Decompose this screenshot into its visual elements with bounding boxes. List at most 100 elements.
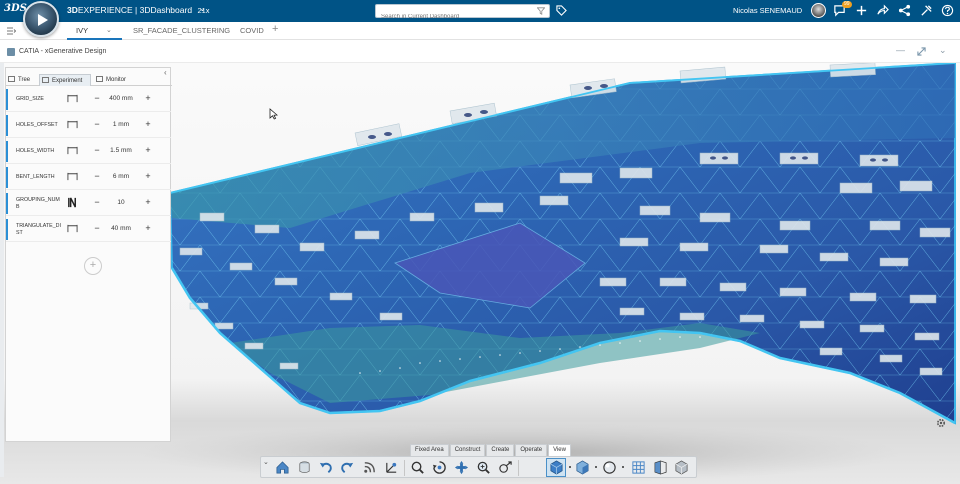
param-marker <box>6 219 8 240</box>
decrement-button[interactable]: − <box>92 171 102 181</box>
experiment-icon <box>42 77 49 83</box>
param-row-grouping-numb: GROUPING_NUMB − 10 + <box>6 191 171 216</box>
param-value[interactable]: 10 <box>106 199 136 206</box>
increment-button[interactable]: + <box>143 171 153 181</box>
section-icon[interactable] <box>653 460 668 475</box>
app-window: 3DS 3DEXPERIENCE | 3DDashboard 21x ⌄ Nic… <box>0 0 960 484</box>
share-icon[interactable] <box>876 4 889 17</box>
save-icon[interactable] <box>297 460 312 475</box>
length-parameter-icon <box>67 94 78 103</box>
minimize-icon[interactable]: — <box>896 45 905 55</box>
length-parameter-icon <box>67 172 78 181</box>
mouse-cursor <box>269 108 278 120</box>
increment-button[interactable]: + <box>143 93 153 103</box>
add-icon[interactable] <box>855 4 868 17</box>
add-tab-icon[interactable]: + <box>272 23 278 35</box>
monitor-icon <box>96 76 103 82</box>
decrement-button[interactable]: − <box>92 223 102 233</box>
increment-button[interactable]: + <box>143 119 153 129</box>
chevron-down-icon[interactable]: ⌄ <box>106 26 112 34</box>
expand-toolbar-icon[interactable]: ⌄ <box>263 458 269 466</box>
app-name: CATIA - xGenerative Design <box>19 48 107 55</box>
tab-tree[interactable]: Tree <box>6 74 38 86</box>
param-value[interactable]: 6 mm <box>106 173 136 180</box>
tab-covid[interactable]: COVID <box>240 26 264 35</box>
add-parameter-button[interactable]: + <box>84 257 102 275</box>
shading-icon[interactable] <box>575 460 590 475</box>
home-icon[interactable] <box>275 460 290 475</box>
param-marker <box>6 141 8 162</box>
app-header: CATIA - xGenerative Design — ⌄ <box>0 41 960 63</box>
length-parameter-icon <box>67 224 78 233</box>
pan-icon[interactable] <box>454 460 469 475</box>
tools-icon[interactable] <box>920 4 933 17</box>
tab-view[interactable]: View <box>548 444 571 456</box>
top-bar: 3DS 3DEXPERIENCE | 3DDashboard 21x ⌄ Nic… <box>0 0 960 37</box>
avatar[interactable] <box>811 3 826 18</box>
param-value[interactable]: 400 mm <box>106 95 136 102</box>
increment-button[interactable]: + <box>143 223 153 233</box>
toolbar-separator <box>518 460 519 476</box>
param-value[interactable]: 1.5 mm <box>106 147 136 154</box>
search-box[interactable] <box>375 4 550 23</box>
filter-icon[interactable] <box>537 7 545 15</box>
app-title-text: EXPERIENCE | 3DDashboard <box>77 5 193 15</box>
app-title[interactable]: 3DEXPERIENCE | 3DDashboard 21x <box>67 5 210 15</box>
render-style-icon[interactable] <box>602 460 617 475</box>
undo-icon[interactable] <box>318 460 333 475</box>
maximize-icon[interactable] <box>917 47 926 56</box>
box-view-icon[interactable] <box>674 460 689 475</box>
tag-icon[interactable] <box>556 5 567 16</box>
iso-view-icon[interactable] <box>549 460 564 475</box>
increment-button[interactable]: + <box>143 197 153 207</box>
param-row-holes-offset: HOLES_OFFSET − 1 mm + <box>6 113 171 138</box>
decrement-button[interactable]: − <box>92 145 102 155</box>
app-icon <box>7 48 15 56</box>
dropdown-dot[interactable] <box>595 466 597 468</box>
notification-badge: 99 <box>842 1 852 8</box>
axis-icon[interactable] <box>384 460 399 475</box>
rotate-icon[interactable] <box>432 460 447 475</box>
tree-icon <box>8 76 15 82</box>
tab-experiment[interactable]: Experiment <box>39 74 91 86</box>
tab-ivy[interactable]: IVY <box>76 26 88 35</box>
length-parameter-icon <box>67 120 78 129</box>
chevron-down-icon[interactable]: ⌄ <box>939 45 947 56</box>
decrement-button[interactable]: − <box>92 93 102 103</box>
help-icon[interactable] <box>941 4 954 17</box>
redo-icon[interactable] <box>340 460 355 475</box>
normal-view-icon[interactable] <box>498 460 513 475</box>
feed-icon[interactable] <box>362 460 377 475</box>
tab-sr-facade-clustering[interactable]: SR_FACADE_CLUSTERING <box>133 26 230 35</box>
grid-icon[interactable] <box>631 460 646 475</box>
param-name: BENT_LENGTH <box>16 174 55 180</box>
gear-icon[interactable] <box>935 417 947 429</box>
network-icon[interactable] <box>898 4 911 17</box>
param-name: HOLES_OFFSET <box>16 122 58 128</box>
menu-icon[interactable] <box>6 26 16 36</box>
viewport-frame-left <box>0 63 4 477</box>
chevron-down-icon[interactable]: ⌄ <box>199 4 206 13</box>
param-value[interactable]: 40 mm <box>106 225 136 232</box>
tab-monitor[interactable]: Monitor <box>94 74 140 86</box>
param-value[interactable]: 1 mm <box>106 121 136 128</box>
tab-fixed-area[interactable]: Fixed Area <box>410 444 449 456</box>
length-parameter-icon <box>67 146 78 155</box>
tab-tree-label: Tree <box>18 77 31 83</box>
tab-create[interactable]: Create <box>486 444 515 456</box>
decrement-button[interactable]: − <box>92 119 102 129</box>
increment-button[interactable]: + <box>143 145 153 155</box>
fit-all-icon[interactable] <box>410 460 425 475</box>
decrement-button[interactable]: − <box>92 197 102 207</box>
dropdown-dot[interactable] <box>622 466 624 468</box>
dropdown-dot[interactable] <box>569 466 571 468</box>
tab-construct[interactable]: Construct <box>449 444 486 456</box>
app-title-brand: 3D <box>67 5 78 15</box>
param-row-grid-size: GRID_SIZE − 400 mm + <box>6 87 171 112</box>
zoom-icon[interactable] <box>476 460 491 475</box>
param-name: TRIANGULATE_DIST <box>16 223 61 236</box>
compass-icon[interactable] <box>23 1 59 37</box>
tab-operate[interactable]: Operate <box>515 444 548 456</box>
user-name[interactable]: Nicolas SENEMAUD <box>733 6 802 15</box>
action-bar-toolbar: ⌄ <box>260 456 697 478</box>
